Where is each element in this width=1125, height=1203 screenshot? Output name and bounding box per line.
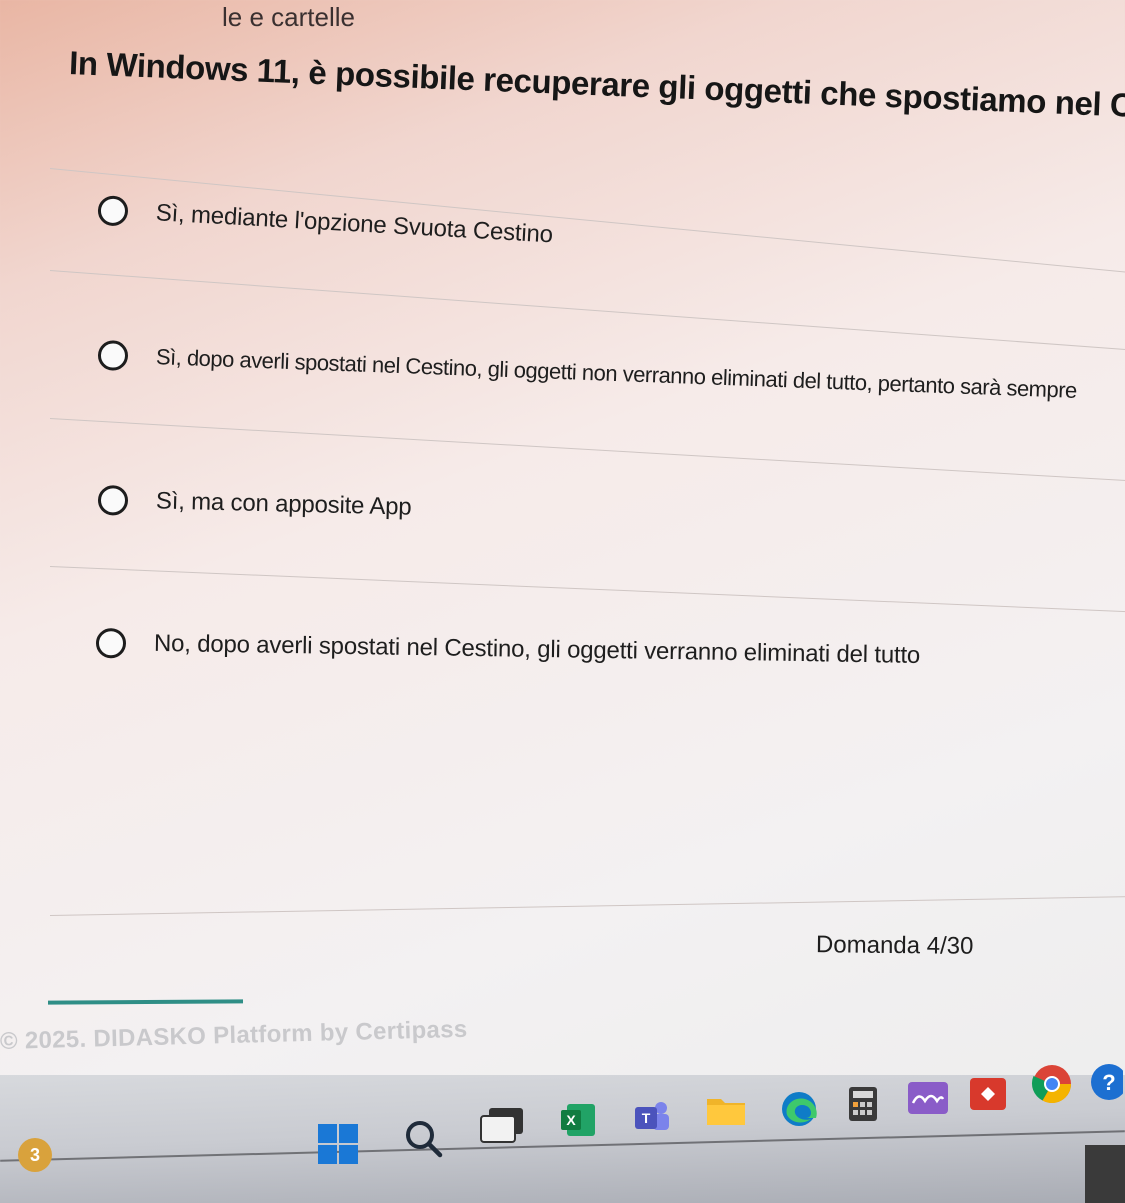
option-label: Sì, mediante l'opzione Svuota Cestino [155,199,554,249]
page-header-fragment: le e cartelle [222,2,355,32]
answer-option-3[interactable]: Sì, ma con apposite App [97,485,412,523]
divider [49,896,1125,916]
radio-button[interactable] [95,628,127,659]
answer-option-1[interactable]: Sì, mediante l'opzione Svuota Cestino [97,195,554,250]
help-icon[interactable]: ? [1088,1060,1124,1104]
answer-option-2[interactable]: Sì, dopo averli spostati nel Cestino, gl… [97,340,1077,406]
teams-icon[interactable]: T [632,1098,672,1138]
svg-text:?: ? [1102,1070,1115,1095]
edge-icon[interactable] [778,1088,820,1130]
option-label: Sì, dopo averli spostati nel Cestino, gl… [155,344,1078,403]
svg-text:X: X [566,1112,576,1128]
option-label: Sì, ma con apposite App [155,487,412,521]
screen-bezel [1085,1145,1125,1203]
divider [49,566,1125,613]
chrome-icon[interactable] [1030,1062,1074,1106]
question-text: In Windows 11, è possibile recuperare gl… [68,44,1125,129]
task-view-icon[interactable] [478,1105,526,1145]
progress-bar [47,999,244,1005]
divider [49,418,1125,482]
calculator-icon[interactable] [846,1084,880,1124]
radio-button[interactable] [97,485,129,516]
search-icon[interactable] [400,1115,446,1161]
radio-button[interactable] [97,340,129,372]
excel-icon[interactable]: X [558,1100,598,1140]
option-label: No, dopo averli spostati nel Cestino, gl… [153,629,921,669]
question-counter: Domanda 4/30 [815,931,974,960]
footer-copyright: © 2025. DIDASKO Platform by Certipass [0,1015,468,1055]
answer-option-4[interactable]: No, dopo averli spostati nel Cestino, gl… [95,628,921,671]
windows-start-icon[interactable] [316,1122,360,1166]
certipass-app-icon[interactable] [968,1076,1008,1112]
svg-text:T: T [642,1110,651,1126]
mindomo-icon[interactable] [906,1080,950,1116]
notification-badge: 3 [18,1138,52,1172]
divider [49,270,1125,351]
radio-button[interactable] [97,195,129,227]
file-explorer-icon[interactable] [704,1092,748,1130]
